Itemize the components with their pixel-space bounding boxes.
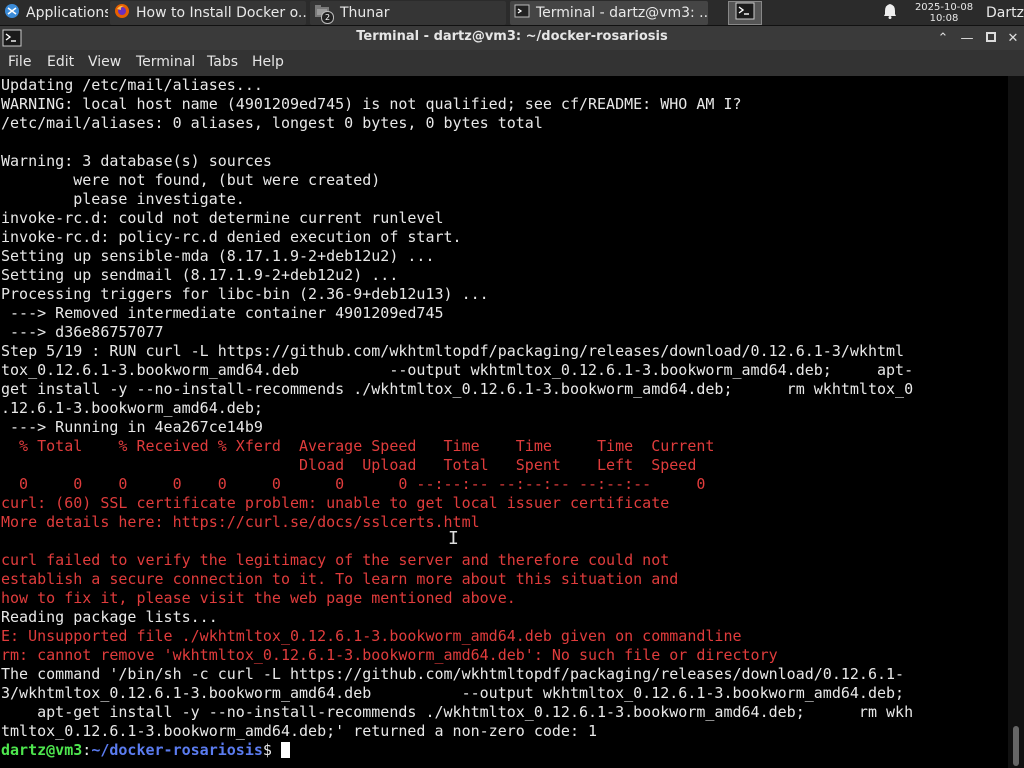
terminal-line: More details here: https://curl.se/docs/… [1, 513, 480, 531]
taskbar-window-title: Terminal - dartz@vm3: ... [536, 5, 708, 21]
terminal-line: % Total % Received % Xferd Average Speed… [1, 437, 715, 455]
bell-icon [883, 3, 897, 23]
shade-button[interactable]: ⌃ [934, 29, 952, 47]
window-titlebar[interactable]: Terminal - dartz@vm3: ~/docker-rosariosi… [0, 26, 1024, 50]
terminal-line: ---> Running in 4ea267ce14b9 [1, 418, 263, 436]
user-menu-button[interactable]: Dartz [986, 1, 1024, 25]
terminal-line: Setting up sensible-mda (8.17.1.9-2+deb1… [1, 247, 435, 265]
terminal-line: ---> d36e86757077 [1, 323, 164, 341]
terminal-line: invoke-rc.d: could not determine current… [1, 209, 444, 227]
taskbar-window-browser[interactable]: How to Install Docker o... [110, 1, 306, 25]
notifications-button[interactable] [878, 1, 902, 25]
prompt-separator: : [82, 741, 92, 759]
terminal-line: tmltox_0.12.6.1-3.bookworm_amd64.deb;' r… [1, 722, 598, 740]
terminal-line: Dload Upload Total Spent Left Speed [1, 456, 697, 474]
firefox-icon [114, 3, 130, 23]
terminal-launcher-button[interactable] [728, 1, 762, 25]
menu-bar: File Edit View Terminal Tabs Help [0, 50, 1024, 76]
scrollbar-thumb[interactable] [1013, 726, 1019, 766]
terminal-line: how to fix it, please visit the web page… [1, 589, 516, 607]
terminal-line: curl failed to verify the legitimacy of … [1, 551, 670, 569]
terminal-output: Updating /etc/mail/aliases... WARNING: l… [0, 76, 1008, 760]
prompt-symbol: $ [262, 741, 281, 759]
terminal-line: curl: (60) SSL certificate problem: unab… [1, 494, 670, 512]
menu-tabs[interactable]: Tabs [207, 54, 238, 70]
terminal-output-area[interactable]: Updating /etc/mail/aliases... WARNING: l… [0, 76, 1008, 768]
taskbar-window-terminal[interactable]: Terminal - dartz@vm3: ... [510, 1, 708, 25]
terminal-line: E: Unsupported file ./wkhtmltox_0.12.6.1… [1, 627, 742, 645]
clock-date: 2025-10-08 [914, 2, 974, 13]
terminal-line: please investigate. [1, 190, 245, 208]
terminal-line: Warning: 3 database(s) sources [1, 152, 272, 170]
terminal-line: get install -y --no-install-recommends .… [1, 380, 914, 398]
taskbar-window-title: Thunar [340, 5, 390, 21]
taskbar-window-thunar[interactable]: 2 Thunar [310, 1, 506, 25]
prompt-path: ~/docker-rosariosis [91, 741, 263, 759]
terminal-line: were not found, (but were created) [1, 171, 381, 189]
chevron-up-icon: ⌃ [937, 30, 949, 46]
window-title: Terminal - dartz@vm3: ~/docker-rosariosi… [356, 29, 668, 44]
close-icon: ✕ [1007, 30, 1019, 46]
prompt-user: dartz@vm3 [1, 741, 83, 759]
terminal-scrollbar[interactable] [1008, 76, 1024, 768]
terminal-icon [514, 3, 530, 23]
terminal-line: apt-get install -y --no-install-recommen… [1, 703, 914, 721]
menu-edit[interactable]: Edit [47, 54, 74, 70]
clock[interactable]: 2025-10-08 10:08 [906, 1, 982, 25]
terminal-line: rm: cannot remove 'wkhtmltox_0.12.6.1-3.… [1, 646, 778, 664]
ibeam-cursor-icon: I [448, 528, 459, 549]
terminal-line: ---> Removed intermediate container 4901… [1, 304, 444, 322]
maximize-icon [986, 31, 996, 46]
terminal-line: .12.6.1-3.bookworm_amd64.deb; [1, 399, 263, 417]
user-name: Dartz [986, 5, 1024, 21]
menu-terminal[interactable]: Terminal [136, 54, 195, 70]
close-button[interactable]: ✕ [1004, 29, 1022, 47]
terminal-line: The command '/bin/sh -c curl -L https://… [1, 665, 905, 683]
xfce-logo-icon [4, 3, 20, 23]
terminal-line: 3/wkhtmltox_0.12.6.1-3.bookworm_amd64.de… [1, 684, 905, 702]
terminal-line: tox_0.12.6.1-3.bookworm_amd64.deb --outp… [1, 361, 914, 379]
terminal-line: Step 5/19 : RUN curl -L https://github.c… [1, 342, 905, 360]
terminal-line: invoke-rc.d: policy-rc.d denied executio… [1, 228, 462, 246]
terminal-line: WARNING: local host name (4901209ed745) … [1, 95, 742, 113]
menu-view[interactable]: View [88, 54, 121, 70]
terminal-line: 0 0 0 0 0 0 0 0 --:--:-- --:--:-- --:--:… [1, 475, 706, 493]
taskbar: Applications ☰ How to Install Docker o..… [0, 0, 1024, 26]
applications-menu-button[interactable]: Applications ☰ [0, 1, 108, 25]
applications-label: Applications [26, 5, 108, 21]
text-cursor [280, 742, 290, 758]
menu-file[interactable]: File [8, 54, 31, 70]
terminal-line: Reading package lists... [1, 608, 218, 626]
shell-prompt[interactable]: dartz@vm3:~/docker-rosariosis$ [1, 741, 290, 759]
clock-time: 10:08 [929, 13, 959, 24]
terminal-line: Updating /etc/mail/aliases... [1, 76, 263, 94]
terminal-line: establish a secure connection to it. To … [1, 570, 679, 588]
folder-icon: 2 [314, 3, 334, 24]
minimize-icon: — [960, 30, 974, 46]
window-count-badge: 2 [321, 11, 334, 24]
menu-help[interactable]: Help [252, 54, 284, 70]
minimize-button[interactable]: — [958, 29, 976, 47]
terminal-launcher-icon [735, 2, 755, 24]
taskbar-window-title: How to Install Docker o... [136, 5, 306, 21]
terminal-line: Processing triggers for libc-bin (2.36-9… [1, 285, 489, 303]
terminal-line: Setting up sendmail (8.17.1.9-2+deb12u2)… [1, 266, 399, 284]
maximize-button[interactable] [982, 29, 1000, 47]
terminal-line: /etc/mail/aliases: 0 aliases, longest 0 … [1, 114, 543, 132]
